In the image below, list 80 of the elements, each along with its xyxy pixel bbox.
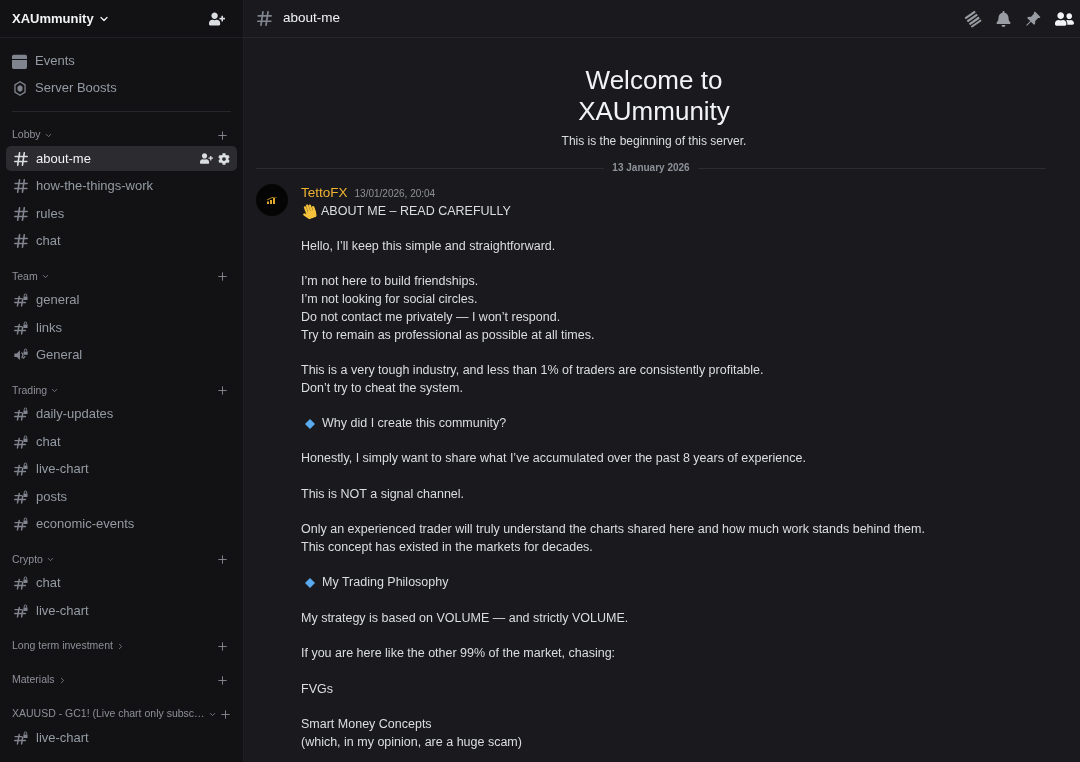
hash-lock-icon [14, 320, 28, 335]
date-divider-label: 13 January 2026 [612, 161, 690, 175]
channel-title: about-me [283, 9, 341, 28]
hash-lock-icon [14, 489, 28, 504]
plus-icon[interactable] [216, 639, 229, 653]
channel-item[interactable]: live-chart [6, 725, 237, 750]
plus-icon[interactable] [216, 384, 229, 397]
bell-icon[interactable] [996, 10, 1011, 27]
category-toggle[interactable]: XAUUSD - GC1! (Live chart only subsc… [12, 706, 217, 722]
section-heading: Why did I create this community? [322, 415, 507, 433]
hash-lock-icon [14, 517, 28, 531]
sidebar-item[interactable]: Events [6, 48, 237, 74]
channel-item[interactable]: links [6, 315, 237, 340]
avatar[interactable] [256, 184, 288, 216]
settings-icon[interactable] [218, 152, 230, 165]
hash-icon [14, 234, 28, 248]
category-toggle[interactable]: Team [12, 268, 50, 285]
channel-item[interactable]: general [6, 287, 237, 313]
channel-item[interactable]: about-me [6, 146, 237, 171]
message-paragraph: If you are here like the other 99% of the market, chasing: [301, 645, 616, 663]
hash-lock-icon [14, 434, 28, 449]
welcome-title: Welcome to XAUmmunity [578, 65, 730, 127]
message-paragraph: This is a very tough industry, and less than 1% of traders are consistently profitable. Don’t try to cheat the system. [301, 362, 764, 397]
plus-icon[interactable] [216, 553, 229, 566]
message-paragraph: Smart Money Concepts (which, in my opinion, are a huge scam) [301, 715, 522, 751]
category-toggle[interactable]: Materials [12, 672, 67, 688]
hash-icon [257, 11, 272, 26]
channel-item[interactable]: chat [6, 429, 237, 454]
channel-item[interactable]: General [6, 342, 237, 368]
hash-icon [14, 206, 28, 221]
add-member-icon[interactable] [200, 153, 213, 164]
plus-icon[interactable] [218, 707, 232, 721]
bar-chart-icon [267, 196, 277, 204]
plus-icon[interactable] [216, 270, 229, 283]
channel-item[interactable]: rules [6, 201, 237, 226]
message-paragraph: I’m not here to build friendships. I’m not looking for social circles. Do not contact me privately — I won’t respond. Try to remain as professional as possible at all times. [301, 273, 595, 344]
message-heading: ABOUT ME – READ CAREFULLY [321, 202, 511, 220]
message-paragraph: Honestly, I simply want to share what I’ve accumulated over the past 8 years of experience. [301, 450, 806, 468]
add-member-icon[interactable] [209, 11, 225, 26]
channel-item[interactable]: chat [6, 228, 237, 254]
message-paragraph: Hello, I’ll keep this simple and straightforward. [301, 238, 556, 256]
message-paragraph: Only an experienced trader will truly understand the charts shared here and how much work stands behind them. This concept has existed in the markets for decades. [301, 521, 925, 556]
category-toggle[interactable]: Crypto [12, 551, 55, 568]
message-paragraph: This is NOT a signal channel. [301, 485, 465, 503]
channel-item[interactable]: economic-events [6, 511, 237, 537]
plus-icon[interactable] [216, 673, 229, 687]
hash-lock-icon [14, 730, 28, 745]
hash-icon [14, 151, 28, 166]
message-paragraph: My strategy is based on VOLUME — and strictly VOLUME. [301, 609, 629, 627]
channel-item[interactable]: live-chart [6, 598, 237, 623]
message-paragraph: FVGs [301, 680, 333, 698]
hash-lock-icon [14, 603, 28, 618]
hash-lock-icon [14, 407, 28, 421]
welcome-subtitle: This is the beginning of this server. [561, 133, 747, 149]
channel-item[interactable]: posts [6, 484, 237, 509]
category-toggle[interactable]: Lobby [12, 127, 53, 143]
server-name-menu[interactable]: XAUmmunity [12, 8, 110, 29]
sidebar-item[interactable]: Server Boosts [6, 75, 237, 101]
author-name[interactable]: TettoFX [301, 184, 348, 202]
hash-lock-icon [14, 576, 28, 590]
hash-lock-icon [14, 462, 28, 476]
channel-item[interactable]: daily-updates [6, 401, 237, 427]
category-toggle[interactable]: Long term investment [12, 638, 125, 654]
pin-icon[interactable] [1025, 10, 1041, 27]
diamond-icon [305, 418, 315, 429]
speaker-lock-icon [14, 348, 28, 362]
calendar-icon [12, 53, 27, 69]
message-timestamp: 13/01/2026, 20:04 [354, 187, 436, 201]
threads-icon[interactable] [964, 9, 982, 28]
hash-lock-icon [14, 293, 28, 307]
channel-item[interactable]: live-chart [6, 456, 237, 482]
hash-icon [14, 179, 28, 193]
plus-icon[interactable] [216, 128, 229, 142]
diamond-icon [305, 578, 315, 589]
section-heading: My Trading Philosophy [322, 574, 449, 592]
members-icon[interactable] [1055, 10, 1074, 27]
channel-item[interactable]: chat [6, 570, 237, 596]
channel-item[interactable]: how-the-things-work [6, 173, 237, 199]
category-toggle[interactable]: Trading [12, 382, 60, 399]
gem-icon [13, 80, 26, 96]
